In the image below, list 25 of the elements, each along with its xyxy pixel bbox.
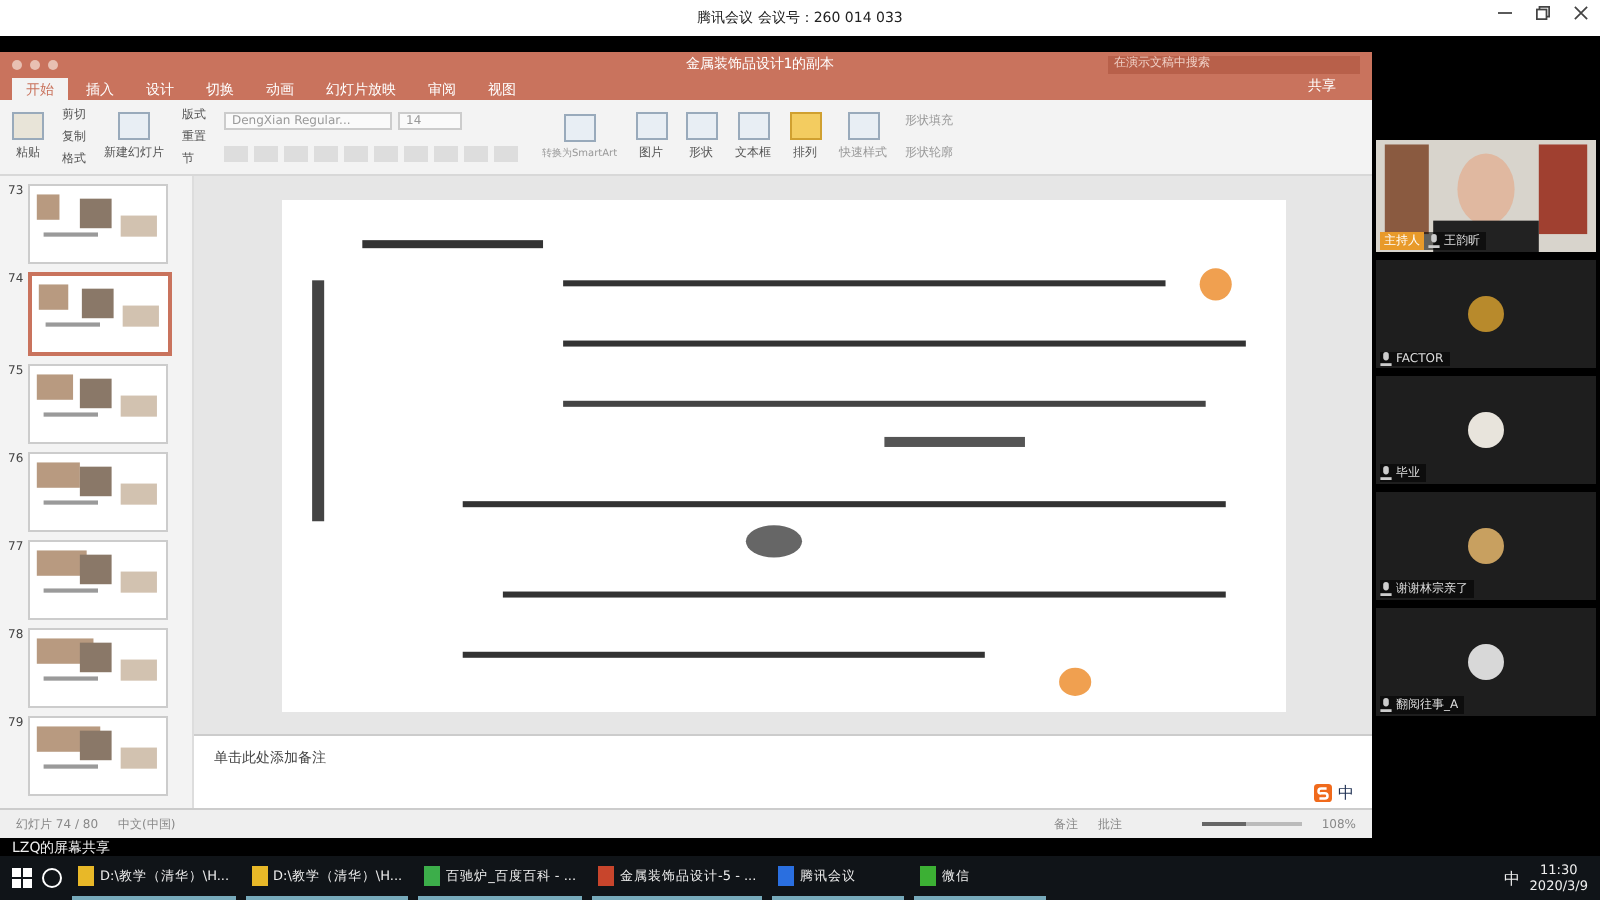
- microphone-icon: [1380, 466, 1392, 480]
- slide-thumbnail[interactable]: [28, 452, 168, 532]
- minimize-icon[interactable]: [1498, 6, 1512, 20]
- slide-thumbnail[interactable]: [28, 628, 168, 708]
- ime-mode[interactable]: 中: [1338, 782, 1354, 804]
- avatar-icon: [1468, 528, 1504, 564]
- slide-thumbnail[interactable]: [28, 184, 168, 264]
- slide-thumbnail[interactable]: [28, 272, 172, 356]
- arrange-icon[interactable]: [789, 112, 822, 140]
- avatar-icon: [1468, 296, 1504, 332]
- microphone-icon: [1428, 234, 1440, 248]
- avatar-icon: [1468, 412, 1504, 448]
- microphone-icon: [1380, 582, 1392, 596]
- windows-start-icon[interactable]: [12, 868, 32, 888]
- slide-thumbnail[interactable]: [28, 540, 168, 620]
- microphone-icon: [1380, 698, 1392, 712]
- ime-mode[interactable]: 中: [1503, 867, 1520, 889]
- slide-thumbnail[interactable]: [28, 364, 168, 444]
- avatar-icon: [1468, 644, 1504, 680]
- close-icon[interactable]: [1574, 6, 1588, 20]
- microphone-icon: [1380, 352, 1392, 366]
- restore-icon[interactable]: [1536, 6, 1550, 20]
- slide-thumbnail[interactable]: [28, 716, 168, 796]
- ime-logo-icon[interactable]: [1314, 784, 1332, 802]
- search-icon[interactable]: [42, 868, 62, 888]
